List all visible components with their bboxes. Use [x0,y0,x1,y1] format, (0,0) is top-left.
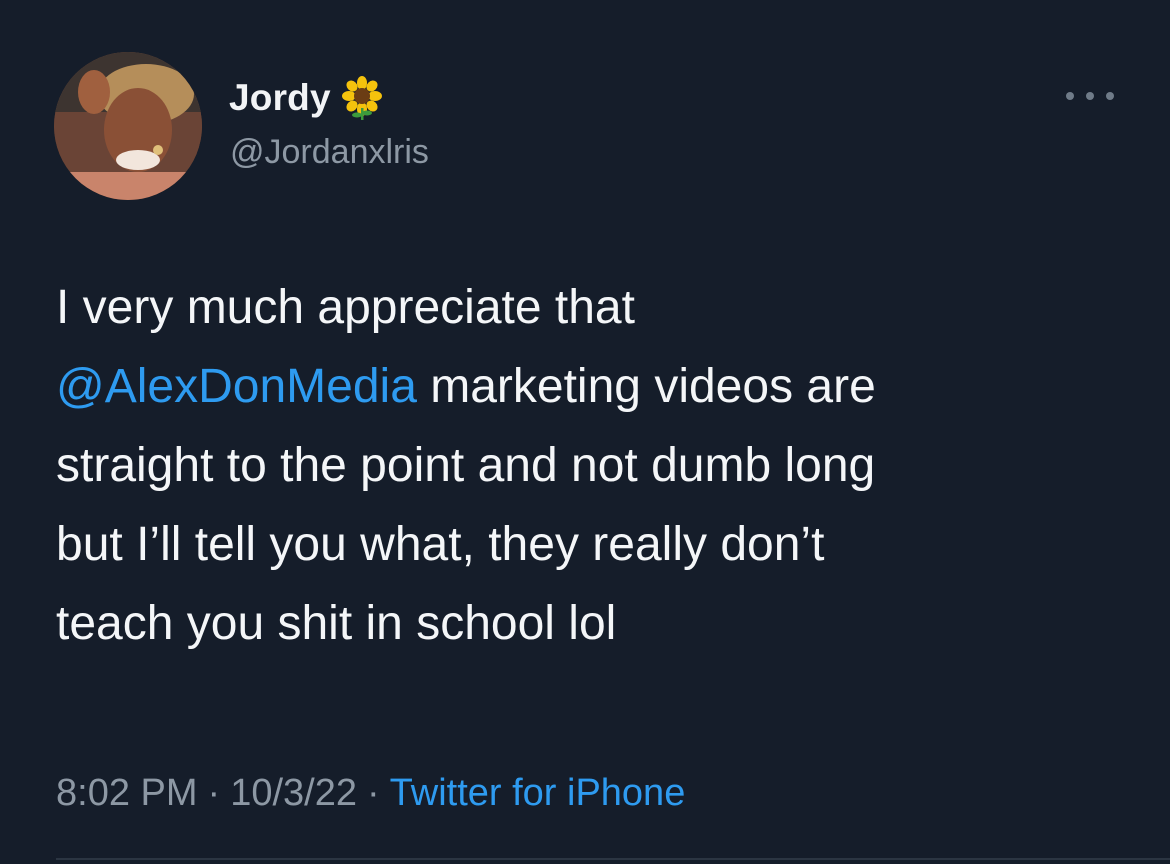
meta-separator: · [207,772,221,814]
more-horizontal-icon [1066,92,1074,100]
author-display-name[interactable]: Jordy [229,77,331,119]
more-horizontal-icon-dot-3 [1106,92,1114,100]
mention-link[interactable]: @AlexDonMedia [56,360,417,413]
tweet-line-2: @AlexDonMedia marketing videos are [56,347,1146,426]
tweet-date[interactable]: 10/3/22 [230,772,357,814]
tweet-line-2-text: marketing videos are [416,360,876,413]
tweet-card: Jordy @Jordanxlris I very much appreciat [0,0,1170,864]
more-horizontal-icon-dot-2 [1086,92,1094,100]
divider [56,858,1170,860]
tweet-line-5: teach you shit in school lol [56,597,617,650]
tweet-source-link[interactable]: Twitter for iPhone [390,772,686,814]
tweet-text: I very much appreciate that @AlexDonMedi… [56,268,1146,663]
avatar-photo-icon [54,52,202,200]
sunflower-icon [341,76,382,120]
tweet-line-4: but I’ll tell you what, they really don’… [56,518,825,571]
author-avatar[interactable] [54,52,202,200]
author-handle[interactable]: @Jordanxlris [230,133,429,172]
tweet-metadata: 8:02 PM · 10/3/22 · Twitter for iPhone [56,772,685,815]
tweet-line-3: straight to the point and not dumb long [56,439,876,492]
meta-separator-2: · [366,772,380,814]
more-options-button[interactable] [1066,84,1114,108]
tweet-line-1: I very much appreciate that [56,281,635,334]
tweet-time[interactable]: 8:02 PM [56,772,198,814]
author-name[interactable]: Jordy [229,75,385,121]
